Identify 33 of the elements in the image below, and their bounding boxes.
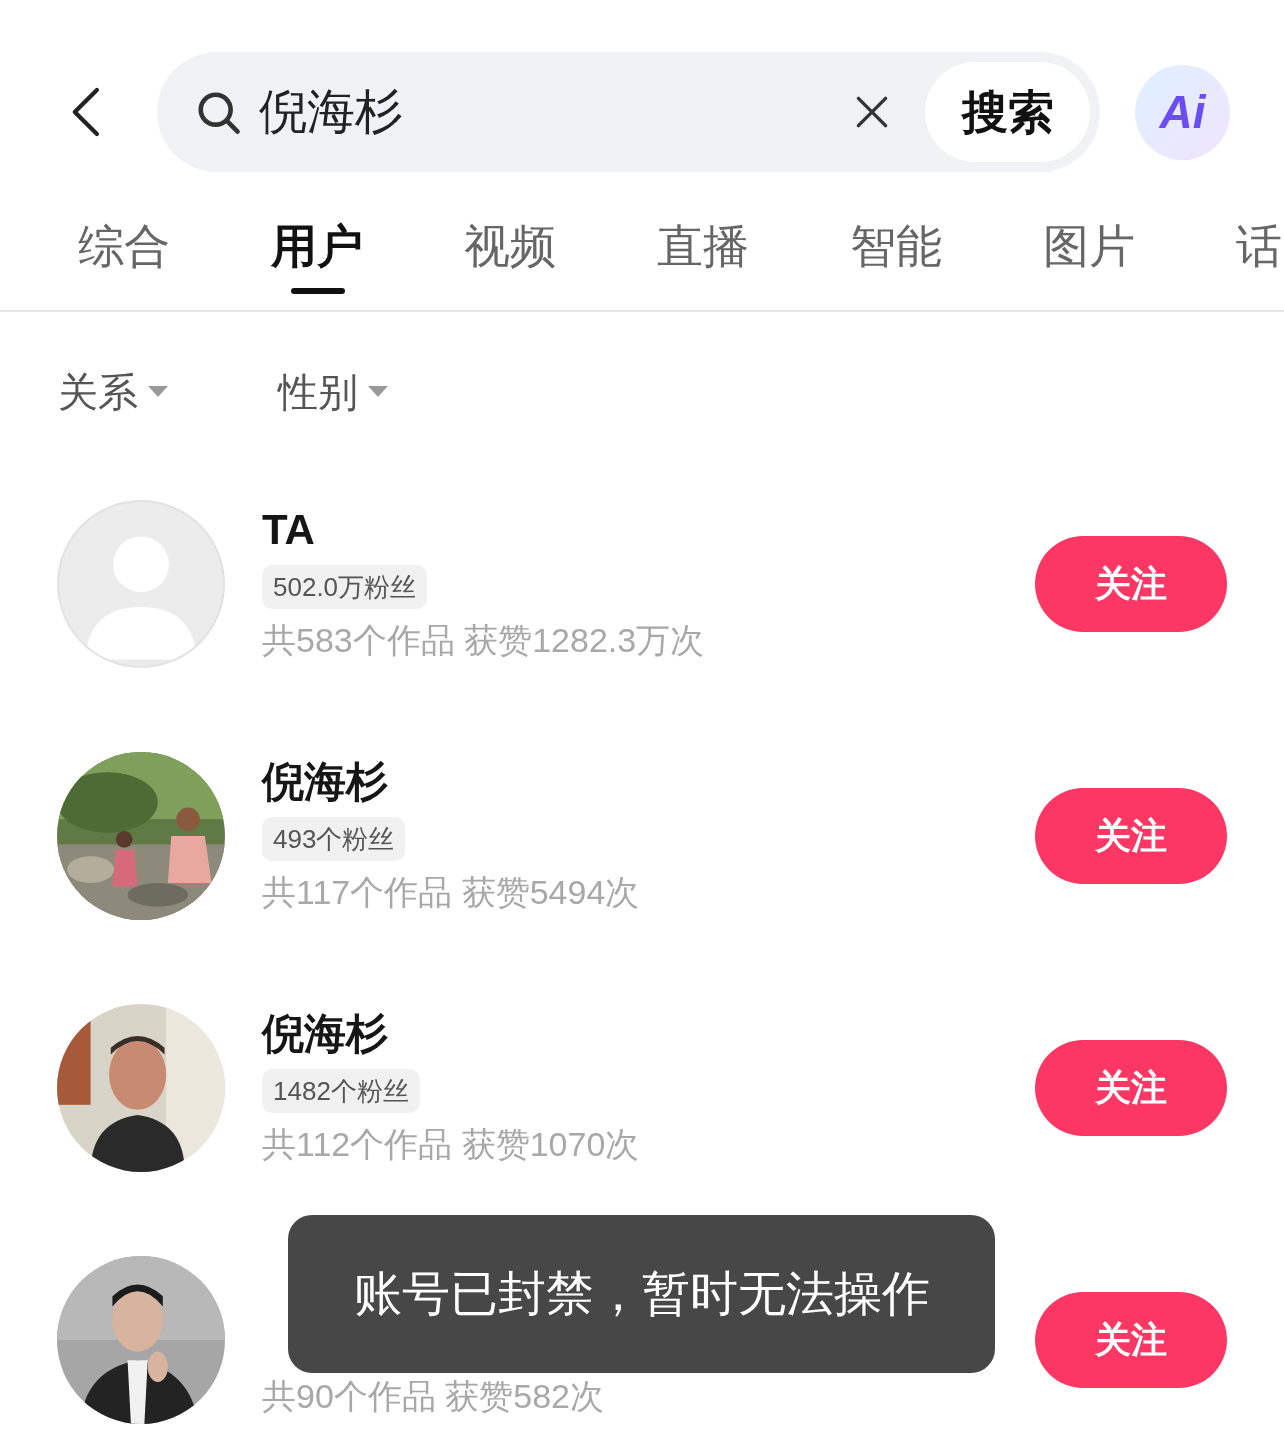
search-field[interactable]: 倪海杉 搜索 (157, 52, 1100, 172)
tab[interactable]: 智能 (850, 218, 942, 274)
user-name: TA (262, 505, 315, 555)
tab[interactable]: 用户 (271, 218, 363, 274)
fans-count: 502.0万粉丝 (262, 565, 428, 609)
user-stats: 共112个作品 获赞1070次 (262, 1124, 640, 1165)
tab[interactable]: 图片 (1043, 218, 1135, 274)
filter-dropdown[interactable]: 性别 (278, 362, 388, 422)
filter-dropdown[interactable]: 关系 (58, 362, 168, 422)
tab[interactable]: 话 (1236, 218, 1282, 274)
follow-button[interactable]: 关注 (1035, 1040, 1227, 1136)
user-stats: 共90个作品 获赞582次 (262, 1376, 604, 1417)
user-name: 倪海杉 (262, 757, 388, 807)
toast-message: 账号已封禁，暂时无法操作 (288, 1215, 995, 1373)
tab[interactable]: 直播 (657, 218, 749, 274)
tab[interactable]: 视频 (464, 218, 556, 274)
tab[interactable]: 综合 (78, 218, 170, 274)
ai-button[interactable]: Ai (1135, 64, 1230, 160)
tab-underline (291, 288, 345, 294)
close-icon[interactable] (855, 95, 889, 129)
follow-button[interactable]: 关注 (1035, 788, 1227, 884)
fans-count: 1482个粉丝 (262, 1069, 420, 1113)
user-name: 倪海杉 (262, 1009, 388, 1059)
search-button[interactable]: 搜索 (925, 62, 1090, 162)
search-query: 倪海杉 (259, 88, 403, 136)
caret-icon (148, 386, 168, 398)
follow-button[interactable]: 关注 (1035, 1292, 1227, 1388)
search-icon (195, 89, 241, 135)
fans-count: 493个粉丝 (262, 817, 406, 861)
follow-button[interactable]: 关注 (1035, 536, 1227, 632)
user-stats: 共583个作品 获赞1282.3万次 (262, 620, 705, 661)
caret-icon (368, 386, 388, 398)
user-stats: 共117个作品 获赞5494次 (262, 872, 640, 913)
